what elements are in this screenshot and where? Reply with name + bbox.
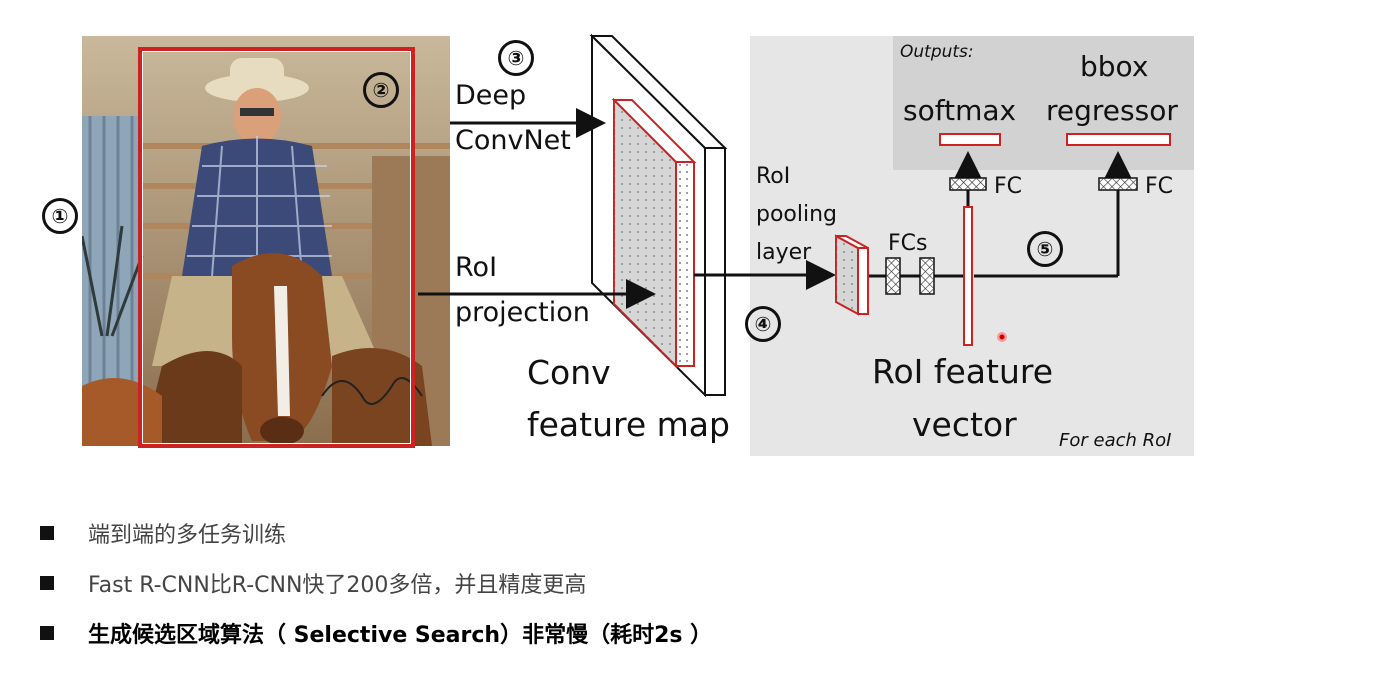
label-fc-softmax: FC bbox=[994, 174, 1023, 199]
label-roi-proj-1: RoI bbox=[455, 252, 498, 283]
bullet-square-icon bbox=[40, 576, 54, 590]
label-vector: vector bbox=[912, 405, 1017, 444]
bullet-item: 端到端的多任务训练 bbox=[40, 508, 712, 558]
bullet-square-icon bbox=[40, 526, 54, 540]
label-outputs: Outputs: bbox=[900, 42, 974, 62]
label-roi-feature: RoI feature bbox=[872, 352, 1054, 391]
bullet-item: Fast R-CNN比R-CNN快了200多倍，并且精度更高 bbox=[40, 558, 712, 608]
bullet-text: Fast R-CNN比R-CNN快了200多倍，并且精度更高 bbox=[88, 573, 587, 598]
label-roi-pool-3: layer bbox=[756, 240, 812, 265]
marker-3: ③ bbox=[498, 40, 534, 76]
marker-1: ① bbox=[42, 198, 78, 234]
label-fc-bbox: FC bbox=[1145, 174, 1174, 199]
label-roi-pool-1: RoI bbox=[756, 164, 791, 189]
label-bbox: bbox bbox=[1080, 50, 1149, 83]
label-roi-pool-2: pooling bbox=[756, 202, 838, 227]
bullet-list: 端到端的多任务训练 Fast R-CNN比R-CNN快了200多倍，并且精度更高… bbox=[40, 508, 712, 658]
bullet-text: 端到端的多任务训练 bbox=[88, 523, 287, 548]
label-conv: Conv bbox=[527, 353, 611, 392]
marker-5: ⑤ bbox=[1027, 231, 1063, 267]
label-deep: Deep bbox=[455, 80, 527, 111]
bullet-item: 生成候选区域算法（ Selective Search）非常慢（耗时2s ） bbox=[40, 608, 712, 658]
label-softmax: softmax bbox=[903, 94, 1017, 127]
label-convnet: ConvNet bbox=[455, 125, 571, 156]
label-fcs: FCs bbox=[888, 231, 928, 256]
bullet-text: 生成候选区域算法（ Selective Search）非常慢（耗时2s ） bbox=[88, 623, 713, 648]
label-roi-proj-2: projection bbox=[455, 297, 590, 328]
label-regressor: regressor bbox=[1046, 94, 1178, 127]
label-feature-map: feature map bbox=[527, 405, 730, 444]
bullet-square-icon bbox=[40, 626, 54, 640]
label-for-each-roi: For each RoI bbox=[1059, 430, 1172, 451]
marker-2: ② bbox=[363, 72, 399, 108]
fc-layers bbox=[885, 133, 1171, 346]
marker-4: ④ bbox=[745, 306, 781, 342]
